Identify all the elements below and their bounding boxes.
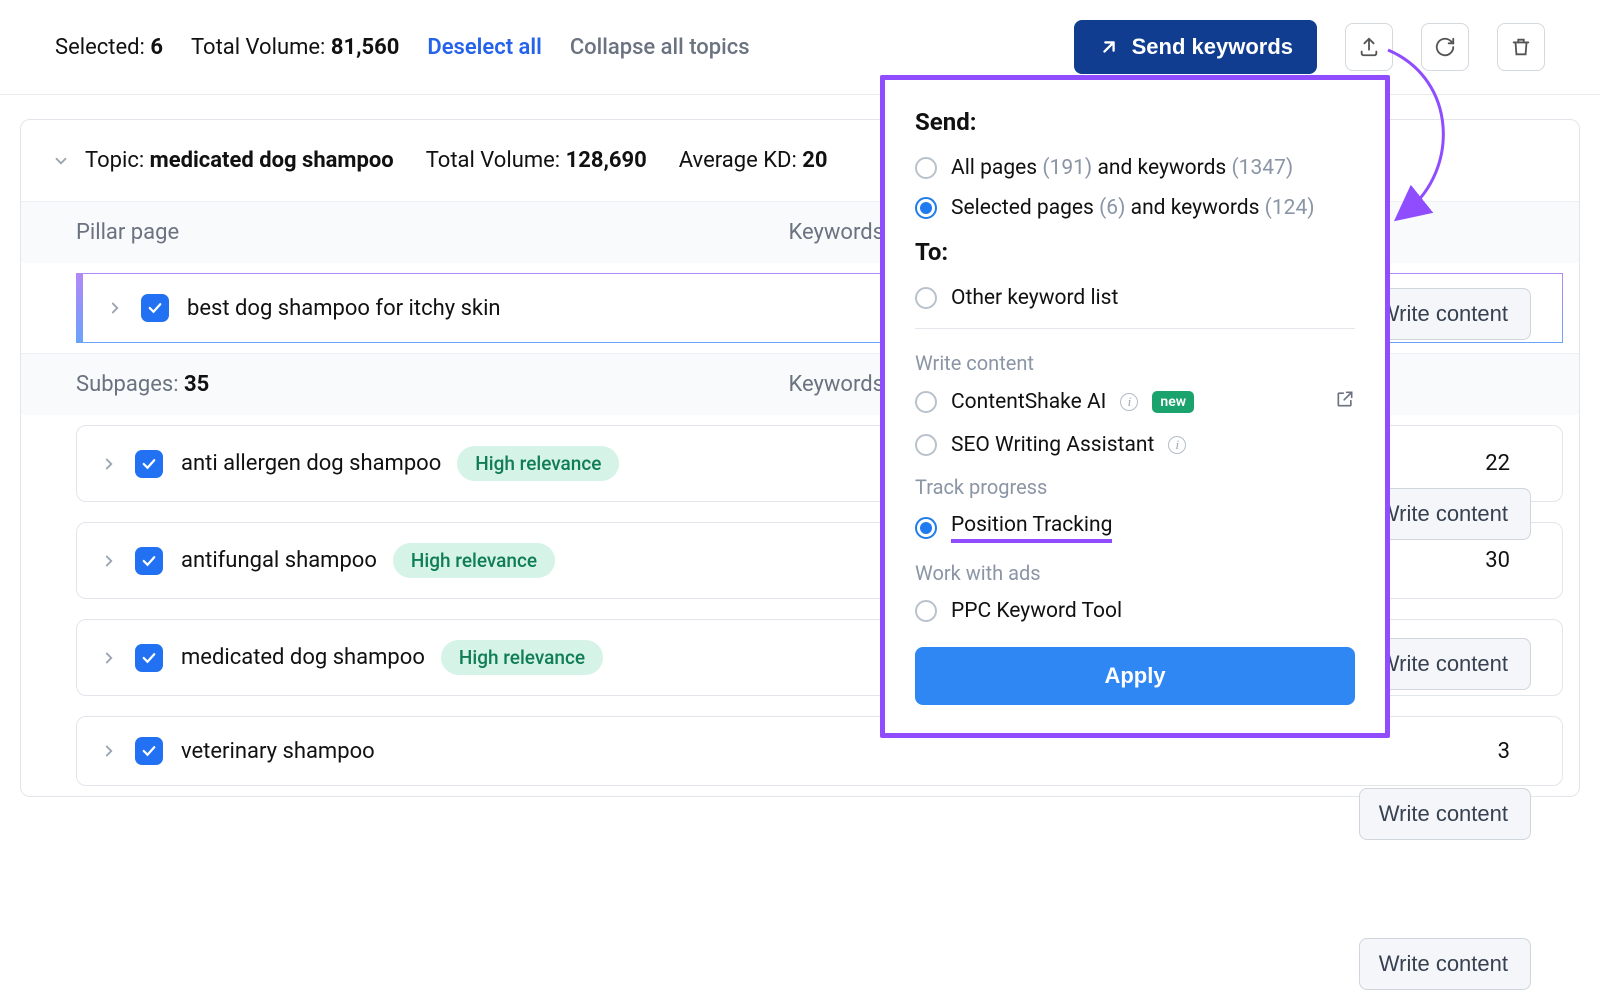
radio-icon [915,157,937,179]
row-title: medicated dog shampoo [181,645,425,670]
row-title: veterinary shampoo [181,739,375,764]
to-section-label: To: [915,238,1355,266]
row-expand-toggle[interactable] [99,552,119,570]
track-progress-group-label: Track progress [915,475,1355,499]
check-icon [140,649,158,667]
row-checkbox[interactable] [141,294,169,322]
new-badge: new [1152,391,1194,413]
radio-selected-pages[interactable]: Selected pages (6) and keywords (124) [915,196,1355,220]
row-expand-toggle[interactable] [105,299,125,317]
deselect-all-link[interactable]: Deselect all [427,35,541,60]
relevance-badge: High relevance [457,446,619,481]
row-checkbox[interactable] [135,737,163,765]
info-icon[interactable]: i [1168,436,1186,454]
row-expand-toggle[interactable] [99,455,119,473]
work-with-ads-group-label: Work with ads [915,561,1355,585]
refresh-icon [1434,36,1456,58]
chevron-right-icon [100,742,118,760]
radio-seo-writing-assistant[interactable]: SEO Writing Assistant i [915,433,1355,457]
send-section-label: Send: [915,108,1355,136]
row-title: antifungal shampoo [181,548,377,573]
chevron-right-icon [100,455,118,473]
write-content-button[interactable]: Write content [1359,788,1531,840]
send-keywords-button[interactable]: Send keywords [1074,20,1317,74]
chevron-right-icon [100,552,118,570]
radio-contentshake[interactable]: ContentShake AI i new [915,389,1355,415]
row-checkbox[interactable] [135,644,163,672]
radio-position-tracking[interactable]: Position Tracking [915,513,1355,543]
row-checkbox[interactable] [135,450,163,478]
send-keywords-popup: Send: All pages (191) and keywords (1347… [880,75,1390,738]
apply-button[interactable]: Apply [915,647,1355,705]
row-checkbox[interactable] [135,547,163,575]
send-arrow-icon [1098,36,1120,58]
row-title: anti allergen dog shampoo [181,451,441,476]
write-content-group-label: Write content [915,351,1355,375]
radio-icon [915,391,937,413]
total-volume-stat: Total Volume: 81,560 [191,35,399,60]
check-icon [146,299,164,317]
radio-icon [915,197,937,219]
upload-icon [1358,36,1380,58]
row-expand-toggle[interactable] [99,649,119,667]
export-button[interactable] [1345,23,1393,71]
chevron-right-icon [106,299,124,317]
collapse-all-link[interactable]: Collapse all topics [570,35,750,60]
selected-stat: Selected: 6 [55,35,163,60]
radio-icon [915,434,937,456]
relevance-badge: High relevance [441,640,603,675]
relevance-badge: High relevance [393,543,555,578]
check-icon [140,552,158,570]
refresh-button[interactable] [1421,23,1469,71]
info-icon[interactable]: i [1120,393,1138,411]
trash-icon [1510,36,1532,58]
chevron-down-icon [52,152,70,170]
external-link-icon[interactable] [1335,389,1355,415]
radio-all-pages[interactable]: All pages (191) and keywords (1347) [915,156,1355,180]
row-title: best dog shampoo for itchy skin [187,296,501,321]
radio-icon [915,600,937,622]
check-icon [140,742,158,760]
radio-other-keyword-list[interactable]: Other keyword list [915,286,1355,310]
radio-ppc-keyword-tool[interactable]: PPC Keyword Tool [915,599,1355,623]
radio-icon [915,517,937,539]
radio-icon [915,287,937,309]
row-expand-toggle[interactable] [99,742,119,760]
delete-button[interactable] [1497,23,1545,71]
write-content-button[interactable]: Write content [1359,938,1531,990]
topic-collapse-toggle[interactable] [51,152,71,170]
check-icon [140,455,158,473]
chevron-right-icon [100,649,118,667]
